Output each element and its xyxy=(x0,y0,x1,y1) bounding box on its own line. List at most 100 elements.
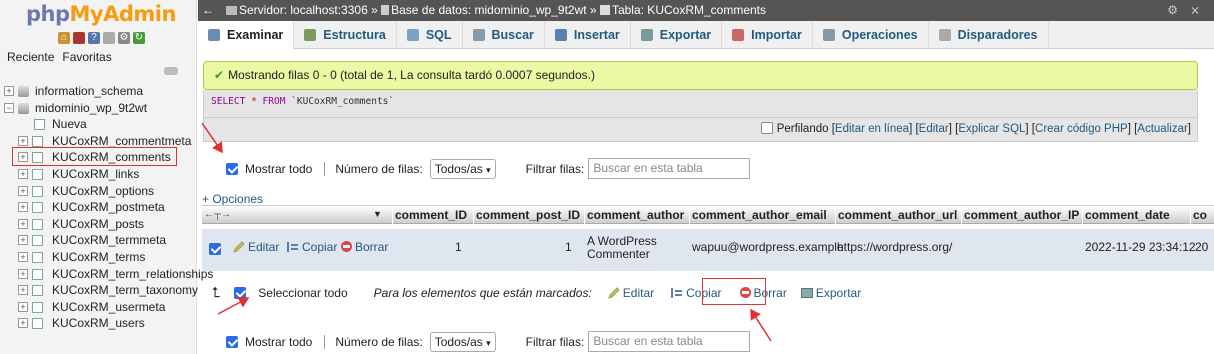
expand-icon[interactable]: + xyxy=(18,135,28,146)
row-copy-button[interactable]: Copiar xyxy=(286,240,337,254)
home-icon[interactable]: ⌂ xyxy=(58,32,70,44)
sidebar-item-kucoxrm-term-relationships[interactable]: + KUCoxRM_term_relationships xyxy=(0,266,213,283)
tab-disparadores[interactable]: Disparadores xyxy=(929,21,1049,49)
sidebar-item-kucoxrm-usermeta[interactable]: + KUCoxRM_usermeta xyxy=(0,299,197,316)
options-link[interactable]: + Opciones xyxy=(202,192,263,206)
row-checkbox[interactable] xyxy=(209,243,221,255)
sidebar-item-midominio-wp-9t2wt[interactable]: − midominio_wp_9t2wt xyxy=(0,100,197,117)
table-icon xyxy=(32,185,43,197)
filter-input[interactable]: Buscar en esta tabla xyxy=(588,158,751,179)
column-header-comment-date[interactable]: comment_date xyxy=(1085,208,1170,222)
sidebar-item-kucoxrm-termmeta[interactable]: + KUCoxRM_termmeta xyxy=(0,232,197,249)
link-collapse-icon[interactable] xyxy=(164,67,178,75)
breadcrumb-server[interactable]: Servidor: localhost:3306 xyxy=(239,3,368,17)
show-all-checkbox-bottom[interactable] xyxy=(226,335,238,348)
sidebar-item-label[interactable]: KUCoxRM_links xyxy=(52,166,139,182)
column-header-comment-author-ip[interactable]: comment_author_IP xyxy=(964,208,1079,222)
sidebar-item-label[interactable]: KUCoxRM_posts xyxy=(52,216,144,232)
sort-arrows-icon[interactable]: ←┬→ xyxy=(204,209,231,220)
settings-icon[interactable]: ⚙ xyxy=(118,32,130,44)
rows-select[interactable]: Todos/as ▾ xyxy=(429,158,496,179)
create-php-link[interactable]: Crear código PHP xyxy=(1035,123,1128,135)
column-header-comment-id[interactable]: comment_ID xyxy=(395,208,467,222)
docs-icon[interactable]: ? xyxy=(88,32,100,44)
tab-operaciones[interactable]: Operaciones xyxy=(813,21,929,49)
sidebar-item-kucoxrm-users[interactable]: + KUCoxRM_users xyxy=(0,315,197,332)
bulk-export-button[interactable]: Exportar xyxy=(800,286,861,300)
expand-icon[interactable]: + xyxy=(18,218,28,229)
edit-inline-link[interactable]: Editar en línea xyxy=(835,123,909,135)
select-all-checkbox[interactable] xyxy=(234,286,247,299)
expand-icon[interactable]: + xyxy=(18,202,28,213)
sidebar-item-kucoxrm-term-taxonomy[interactable]: + KUCoxRM_term_taxonomy xyxy=(0,282,198,299)
expand-icon[interactable]: + xyxy=(4,86,14,96)
sidebar-item-kucoxrm-postmeta[interactable]: + KUCoxRM_postmeta xyxy=(0,199,197,216)
sidebar-item-label[interactable]: information_schema xyxy=(35,83,143,99)
divider xyxy=(324,161,326,176)
tab-estructura[interactable]: Estructura xyxy=(294,21,397,49)
expand-icon[interactable]: + xyxy=(18,285,28,296)
favorites-tab[interactable]: Favoritas xyxy=(62,50,111,64)
recent-tab[interactable]: Reciente xyxy=(7,50,54,64)
expand-icon[interactable]: + xyxy=(18,251,28,262)
bulk-edit-button[interactable]: Editar xyxy=(607,286,654,300)
column-header-comment-author-email[interactable]: comment_author_email xyxy=(692,208,827,222)
sidebar-item-kucoxrm-posts[interactable]: + KUCoxRM_posts xyxy=(0,216,197,233)
sidebar-item-label[interactable]: KUCoxRM_term_relationships xyxy=(52,266,213,282)
column-header-comment-post-id[interactable]: comment_post_ID xyxy=(476,208,580,222)
exit-icon[interactable] xyxy=(73,32,85,44)
edit-link[interactable]: Editar xyxy=(919,123,949,135)
cell-comment-date: 2022-11-29 23:34:12 xyxy=(1085,240,1196,254)
column-header-comment-author-url[interactable]: comment_author_url xyxy=(838,208,957,222)
expand-icon[interactable]: + xyxy=(18,318,28,329)
back-arrow-icon[interactable]: ← xyxy=(202,0,214,21)
tab-sql[interactable]: SQL xyxy=(397,21,463,49)
tab-insertar[interactable]: Insertar xyxy=(545,21,631,49)
sidebar-item-nueva[interactable]: Nueva xyxy=(0,116,197,133)
rows-select[interactable]: Todos/as ▾ xyxy=(429,331,496,352)
sql-docs-icon[interactable] xyxy=(103,32,115,44)
sidebar-item-label[interactable]: KUCoxRM_options xyxy=(52,183,154,199)
filter-input[interactable]: Buscar en esta tabla xyxy=(588,331,751,352)
sidebar-item-label[interactable]: KUCoxRM_terms xyxy=(52,249,145,265)
profiling-checkbox[interactable] xyxy=(760,122,773,134)
sidebar-item-kucoxrm-options[interactable]: + KUCoxRM_options xyxy=(0,183,197,200)
sidebar-item-label[interactable]: midominio_wp_9t2wt xyxy=(35,100,147,116)
sidebar-item-label[interactable]: KUCoxRM_postmeta xyxy=(52,199,165,215)
expand-icon[interactable]: + xyxy=(18,168,28,179)
tab-exportar[interactable]: Exportar xyxy=(631,21,723,49)
reload-icon[interactable]: ↻ xyxy=(133,32,145,44)
tab-examinar[interactable]: Examinar xyxy=(198,21,295,49)
show-all-checkbox-top[interactable] xyxy=(226,162,238,175)
explain-sql-link[interactable]: Explicar SQL xyxy=(958,123,1025,135)
sidebar-item-label[interactable]: KUCoxRM_termmeta xyxy=(52,232,166,248)
table-icon xyxy=(599,5,610,15)
column-header-co[interactable]: co xyxy=(1193,208,1207,222)
breadcrumb-table[interactable]: Tabla: KUCoxRM_comments xyxy=(612,3,766,17)
breadcrumb-database[interactable]: Base de datos: midominio_wp_9t2wt xyxy=(391,3,586,17)
sidebar-item-kucoxrm-terms[interactable]: + KUCoxRM_terms xyxy=(0,249,197,266)
tab-importar[interactable]: Importar xyxy=(722,21,813,49)
select-all-label[interactable]: Seleccionar todo xyxy=(258,286,347,300)
row-edit-button[interactable]: Editar xyxy=(233,240,279,254)
expand-icon[interactable]: + xyxy=(18,185,28,196)
row-delete-button[interactable]: Borrar xyxy=(341,240,388,254)
sidebar-item-label[interactable]: Nueva xyxy=(52,116,87,132)
expand-icon[interactable]: + xyxy=(18,268,28,279)
sidebar-item-label[interactable]: KUCoxRM_usermeta xyxy=(52,299,165,315)
sidebar-item-information-schema[interactable]: + information_schema xyxy=(0,83,197,100)
column-header-comment-author[interactable]: comment_author xyxy=(587,208,684,222)
expand-icon[interactable]: − xyxy=(4,102,14,113)
phpmyadmin-logo[interactable]: phpMyAdmin xyxy=(26,2,176,26)
expand-icon[interactable]: + xyxy=(18,301,28,312)
refresh-link[interactable]: Actualizar xyxy=(1137,123,1188,135)
success-message-text: Mostrando filas 0 - 0 (total de 1, La co… xyxy=(228,68,595,82)
expand-icon[interactable]: + xyxy=(18,235,28,246)
sidebar-item-label[interactable]: KUCoxRM_term_taxonomy xyxy=(52,282,198,298)
sidebar-item-kucoxrm-links[interactable]: + KUCoxRM_links xyxy=(0,166,197,183)
collapse-icon[interactable]: ⨯ xyxy=(1190,0,1200,21)
sidebar-item-label[interactable]: KUCoxRM_users xyxy=(52,315,145,331)
settings-gear-icon[interactable]: ⚙ xyxy=(1167,0,1178,21)
column-visibility-icon[interactable]: ▼ xyxy=(373,209,382,219)
tab-buscar[interactable]: Buscar xyxy=(463,21,545,49)
